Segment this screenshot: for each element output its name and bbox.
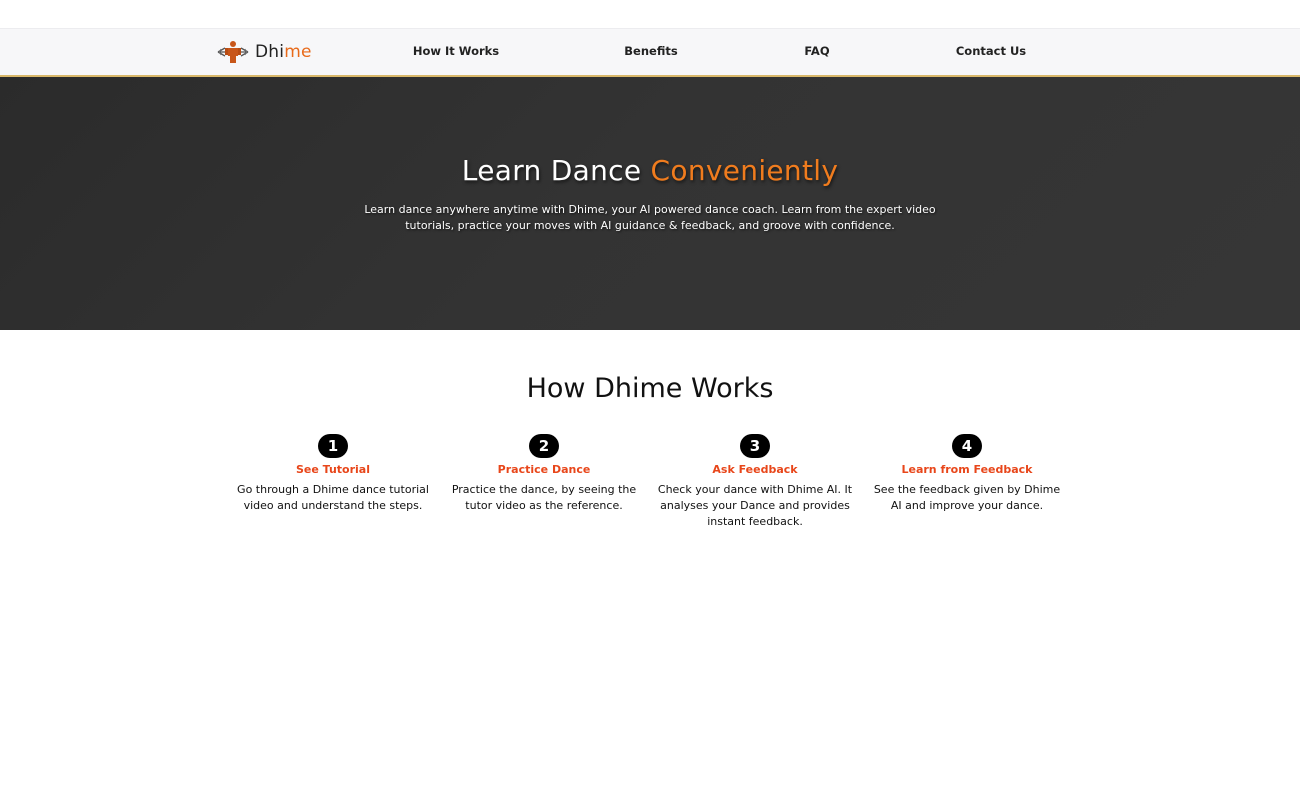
how-it-works-title: How Dhime Works	[526, 373, 774, 404]
step-number-badge: 2	[529, 434, 559, 458]
step-number-badge: 1	[318, 434, 348, 458]
step-title: Ask Feedback	[712, 463, 798, 476]
page: Dhime How It Works Benefits FAQ Contact …	[0, 0, 1300, 788]
step-card: 2 Practice Dance Practice the dance, by …	[444, 434, 644, 514]
brand-name: Dhime	[255, 42, 312, 62]
nav-link-benefits[interactable]: Benefits	[624, 44, 677, 58]
dancer-figure-icon	[217, 41, 249, 63]
hero-title: Learn Dance Conveniently	[0, 154, 1300, 187]
step-title: Practice Dance	[497, 463, 591, 476]
nav-link-how-it-works[interactable]: How It Works	[413, 44, 499, 58]
step-title: See Tutorial	[295, 463, 370, 476]
step-description: Practice the dance, by seeing the tutor …	[451, 483, 637, 512]
hero-title-accent: Conveniently	[650, 154, 839, 187]
hero-subtitle: Learn dance anywhere anytime with Dhime,…	[364, 203, 936, 232]
step-description: See the feedback given by Dhime AI and i…	[873, 483, 1061, 512]
step-description: Check your dance with Dhime AI. It analy…	[657, 483, 853, 528]
step-card: 3 Ask Feedback Check your dance with Dhi…	[655, 434, 855, 530]
hero-section: Learn Dance Conveniently Learn dance any…	[0, 77, 1300, 330]
how-it-works-section: How Dhime Works 1 See Tutorial Go throug…	[0, 330, 1300, 788]
brand-name-part2: me	[284, 42, 312, 62]
navbar: Dhime How It Works Benefits FAQ Contact …	[0, 28, 1300, 77]
step-number-badge: 4	[952, 434, 982, 458]
step-card: 1 See Tutorial Go through a Dhime dance …	[233, 434, 433, 514]
step-card: 4 Learn from Feedback See the feedback g…	[867, 434, 1067, 514]
top-strip	[0, 0, 1300, 28]
brand-logo-link[interactable]: Dhime	[216, 39, 312, 65]
nav-link-faq[interactable]: FAQ	[804, 44, 829, 58]
nav-link-contact-us[interactable]: Contact Us	[956, 44, 1026, 58]
brand-name-part1: Dhi	[255, 42, 285, 62]
hero-title-part1: Learn Dance	[461, 154, 651, 187]
step-number-badge: 3	[740, 434, 770, 458]
step-description: Go through a Dhime dance tutorial video …	[237, 483, 429, 512]
step-title: Learn from Feedback	[901, 463, 1033, 476]
